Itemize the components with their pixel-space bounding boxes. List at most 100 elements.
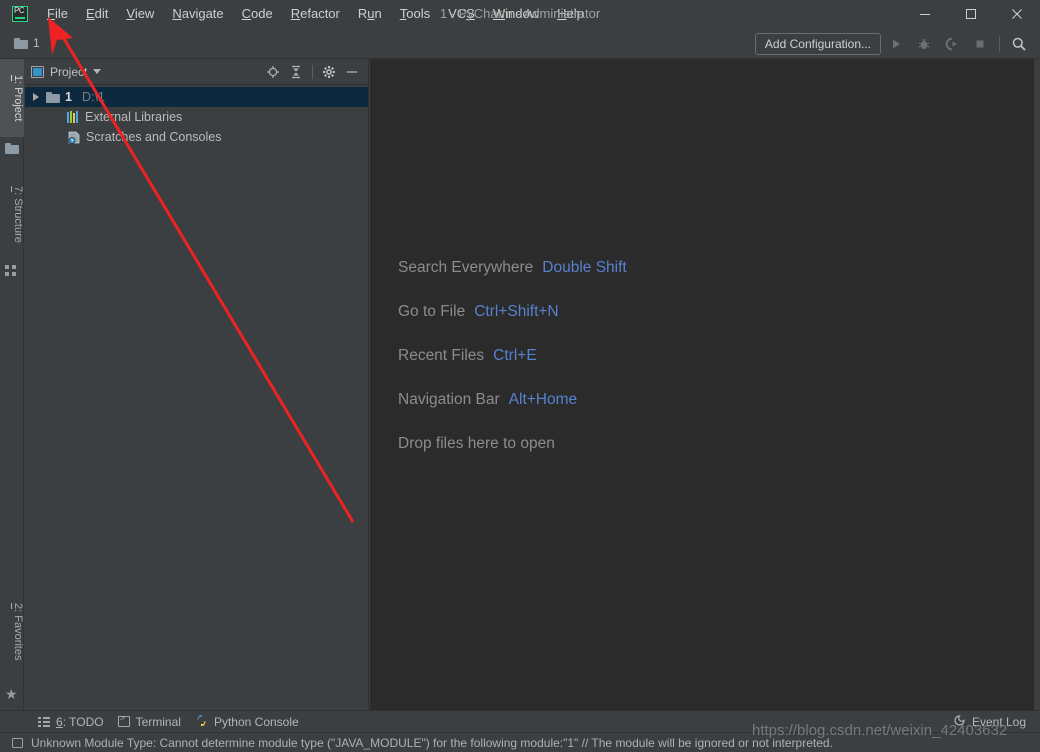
breadcrumb-label: 1 (33, 36, 40, 50)
stop-button[interactable] (967, 31, 993, 57)
bottom-tab-todo[interactable]: 6: TODO (38, 715, 104, 729)
window-controls (902, 0, 1040, 28)
hint-navigation-bar[interactable]: Navigation Bar Alt+Home (398, 391, 627, 409)
tree-row-scratches-and-consoles[interactable]: Scratches and Consoles (25, 127, 368, 147)
collapse-all-icon (292, 65, 300, 78)
gear-icon (323, 65, 335, 78)
chevron-down-icon[interactable] (93, 69, 102, 74)
editor-empty-area: Search Everywhere Double Shift Go to Fil… (370, 59, 1034, 714)
locate-target-icon (267, 65, 279, 78)
maximize-button[interactable] (948, 0, 994, 28)
bug-icon (918, 38, 930, 49)
project-tool-window: Project 1 D:\1 External Libraries Scratc… (25, 59, 369, 714)
bottom-tab-python-console[interactable]: Python Console (195, 714, 299, 730)
run-coverage-button[interactable] (939, 31, 965, 57)
editor-right-gutter[interactable] (1034, 59, 1040, 714)
project-window-icon (31, 65, 44, 78)
minimize-button[interactable] (902, 0, 948, 28)
status-bar: Unknown Module Type: Cannot determine mo… (0, 732, 1040, 752)
project-panel-title-label: Project (50, 64, 88, 79)
minimize-icon (920, 14, 930, 15)
folder-icon (46, 91, 60, 103)
search-button[interactable] (1006, 31, 1032, 57)
menu-item-help[interactable]: Help (548, 0, 593, 28)
python-console-icon (195, 714, 208, 730)
panel-tools-separator (312, 64, 313, 79)
structure-icon (5, 265, 19, 279)
pycharm-logo-icon: PC (12, 6, 28, 22)
navigation-toolbar: 1 Add Configuration... (0, 28, 1040, 59)
menu-item-edit[interactable]: Edit (77, 0, 117, 28)
menu-item-vcs[interactable]: VCS (439, 0, 484, 28)
search-icon (1012, 37, 1026, 51)
hint-search-everywhere[interactable]: Search Everywhere Double Shift (398, 259, 627, 277)
maximize-icon (966, 9, 976, 19)
stop-icon (976, 40, 984, 47)
hint-drop-files: Drop files here to open (398, 435, 627, 453)
select-opened-file-button[interactable] (263, 62, 283, 82)
tree-row-external-libraries[interactable]: External Libraries (25, 107, 368, 127)
module-icon (12, 737, 23, 748)
tree-row-project-root[interactable]: 1 D:\1 (25, 87, 368, 107)
close-button[interactable] (994, 0, 1040, 28)
bottom-tab-label: Terminal (135, 714, 181, 729)
breadcrumb[interactable]: 1 (14, 36, 40, 50)
tree-node-label: External Libraries (85, 110, 183, 124)
menu-item-refactor[interactable]: Refactor (282, 0, 349, 28)
project-panel-tools (263, 62, 362, 82)
run-button[interactable] (883, 31, 909, 57)
bottom-tab-terminal[interactable]: Terminal (117, 714, 181, 729)
hint-go-to-file[interactable]: Go to File Ctrl+Shift+N (398, 303, 627, 321)
hint-shortcut: Double Shift (542, 259, 627, 276)
hide-panel-button[interactable] (342, 62, 362, 82)
star-icon: ★ (5, 686, 18, 702)
project-panel-title[interactable]: Project (31, 64, 102, 79)
sidebar-item-structure[interactable]: 7: Structure (0, 169, 24, 259)
menu-item-code[interactable]: Code (233, 0, 282, 28)
menu-item-navigate[interactable]: Navigate (163, 0, 232, 28)
menu-item-file[interactable]: File (38, 0, 77, 28)
collapse-all-button[interactable] (286, 62, 306, 82)
menu-item-run[interactable]: Run (349, 0, 391, 28)
sidebar-item-project[interactable]: 1: Project (0, 59, 24, 137)
tree-node-label: Scratches and Consoles (86, 130, 222, 144)
pycharm-window: PC File Edit View Navigate Code Refactor… (0, 0, 1040, 752)
event-log-button[interactable]: Event Log (953, 714, 1026, 730)
scratches-icon (67, 131, 81, 144)
expand-triangle-icon[interactable] (31, 92, 41, 102)
status-message: Unknown Module Type: Cannot determine mo… (31, 735, 833, 750)
hint-shortcut: Ctrl+E (493, 347, 537, 364)
project-folder-icon (5, 143, 19, 157)
bottom-tool-window-bar: 6: TODO Terminal Python Console Event Lo… (0, 710, 1040, 732)
todo-icon (38, 716, 50, 727)
menu-bar: File Edit View Navigate Code Refactor Ru… (38, 0, 593, 28)
hint-label: Go to File (398, 303, 466, 320)
coverage-icon (945, 37, 957, 50)
sidebar-item-favorites[interactable]: 2: Favorites (0, 586, 24, 678)
hint-label: Navigation Bar (398, 391, 500, 408)
title-bar: PC File Edit View Navigate Code Refactor… (0, 0, 1040, 28)
toolbar-separator (999, 35, 1000, 52)
editor-hints: Search Everywhere Double Shift Go to Fil… (398, 259, 627, 479)
hint-label: Drop files here to open (398, 435, 555, 452)
menu-item-tools[interactable]: Tools (391, 0, 439, 28)
terminal-icon (117, 714, 130, 727)
hint-label: Search Everywhere (398, 259, 534, 276)
play-icon (893, 39, 900, 48)
hint-recent-files[interactable]: Recent Files Ctrl+E (398, 347, 627, 365)
hint-label: Recent Files (398, 347, 485, 364)
folder-icon (14, 37, 28, 49)
toolbar-right: Add Configuration... (754, 28, 1032, 59)
close-icon (1012, 9, 1022, 19)
event-log-label: Event Log (971, 714, 1026, 729)
hint-shortcut: Alt+Home (508, 391, 578, 408)
project-tree[interactable]: 1 D:\1 External Libraries Scratches and … (25, 85, 368, 714)
hint-shortcut: Ctrl+Shift+N (474, 303, 559, 320)
menu-item-view[interactable]: View (117, 0, 163, 28)
settings-button[interactable] (319, 62, 339, 82)
debug-button[interactable] (911, 31, 937, 57)
menu-item-window[interactable]: Window (484, 0, 548, 28)
add-configuration-button[interactable]: Add Configuration... (754, 32, 881, 55)
